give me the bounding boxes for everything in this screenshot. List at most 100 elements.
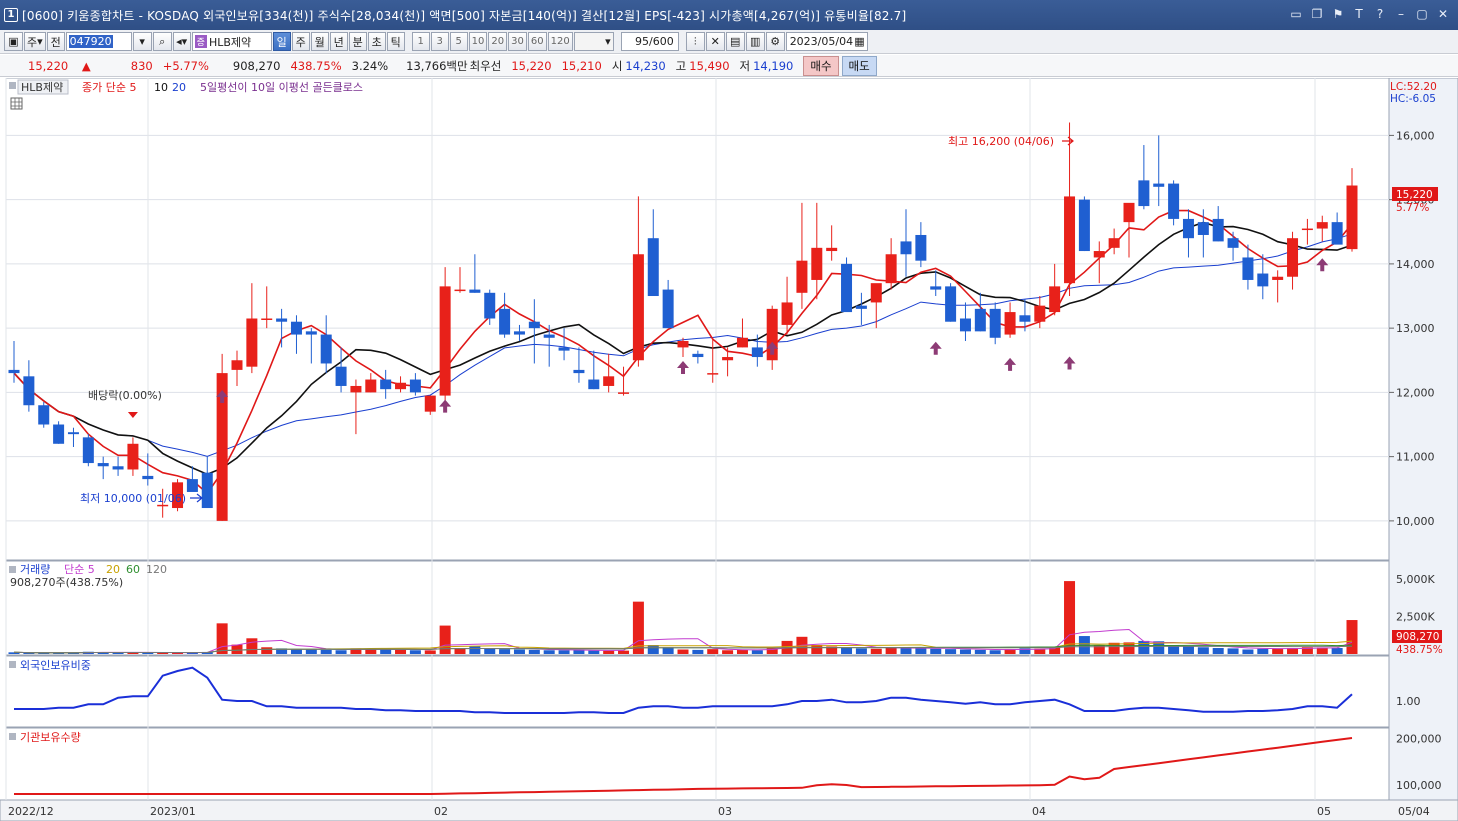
date-value: 2023/05/04 bbox=[789, 35, 854, 48]
legend-vol-ma20: 20 bbox=[106, 563, 120, 576]
candle-body bbox=[1064, 196, 1076, 284]
dividend-label: 배당락(0.00%) bbox=[88, 389, 162, 402]
display-count-input[interactable]: 95/600 bbox=[620, 32, 679, 51]
volume-bar bbox=[290, 649, 302, 654]
stock-name-value: HLB제약 bbox=[208, 35, 252, 49]
volume-bar bbox=[915, 648, 927, 654]
x-tick-label: 2023/01 bbox=[150, 805, 196, 818]
number-60-button[interactable]: 60 bbox=[527, 32, 547, 51]
prev-button[interactable]: 전 bbox=[46, 32, 65, 51]
interval-day[interactable]: 일 bbox=[272, 32, 291, 51]
volume-bar bbox=[1257, 648, 1269, 654]
candle-body bbox=[201, 472, 213, 509]
window-number-icon[interactable]: 1 bbox=[4, 8, 18, 22]
candle-body bbox=[945, 286, 957, 322]
candle-body bbox=[439, 286, 451, 396]
legend-signal: 5일평선이 10일 이평선 골든클로스 bbox=[200, 80, 363, 94]
sell-button[interactable]: 매도 bbox=[841, 55, 877, 76]
stock-chart[interactable]: 16,00015,00014,00013,00012,00011,00010,0… bbox=[0, 78, 1458, 821]
date-input[interactable]: 2023/05/04 ▦ bbox=[785, 32, 868, 51]
interval-second[interactable]: 초 bbox=[367, 32, 386, 51]
candle-body bbox=[1212, 218, 1224, 242]
price-panel[interactable] bbox=[5, 78, 1390, 561]
price-change-pct: +5.77% bbox=[162, 58, 209, 73]
period-unit-select[interactable]: 주 ▾ bbox=[24, 32, 46, 51]
x-tick-label: 02 bbox=[434, 805, 448, 818]
volume-bar bbox=[543, 650, 555, 654]
institution-y-label: 100,000 bbox=[1396, 779, 1442, 792]
candle-type-icon[interactable]: ⫶ bbox=[685, 32, 705, 51]
copy-window-icon[interactable]: ❐ bbox=[1310, 6, 1324, 22]
save-icon[interactable]: ▤ bbox=[725, 32, 745, 51]
interval-month[interactable]: 월 bbox=[310, 32, 329, 51]
candle-body bbox=[826, 247, 838, 252]
volume-bar bbox=[900, 647, 912, 654]
calendar-icon[interactable]: ▦ bbox=[854, 35, 864, 48]
volume-bar bbox=[439, 625, 451, 654]
panel-collapse-icon[interactable] bbox=[9, 733, 16, 740]
high-label: 고 bbox=[675, 58, 687, 73]
maximize-button[interactable]: ▢ bbox=[1415, 6, 1429, 22]
candle-body bbox=[543, 334, 555, 338]
volume-bar bbox=[1331, 648, 1343, 654]
candle-body bbox=[454, 289, 466, 292]
custom-interval-select[interactable]: ▾ bbox=[573, 32, 614, 51]
interval-tick[interactable]: 틱 bbox=[386, 32, 405, 51]
number-1-button[interactable]: 1 bbox=[411, 32, 430, 51]
gear-icon[interactable]: ⚙ bbox=[765, 32, 785, 51]
stock-code-input[interactable]: 047920 bbox=[65, 32, 132, 51]
candle-body bbox=[1287, 238, 1299, 277]
table-icon[interactable] bbox=[10, 97, 23, 110]
volume-bar bbox=[1197, 647, 1209, 654]
help-icon[interactable]: ? bbox=[1373, 6, 1387, 22]
candle-body bbox=[23, 376, 35, 406]
y-axis-area bbox=[1388, 78, 1458, 801]
panel-collapse-icon[interactable] bbox=[9, 661, 16, 668]
crosshair-icon[interactable]: ✕ bbox=[705, 32, 725, 51]
period-unit-label: 주 bbox=[27, 35, 38, 49]
foreign-panel[interactable] bbox=[5, 655, 1390, 728]
volume-bar bbox=[1242, 649, 1254, 654]
institution-panel-title: 기관보유수량 bbox=[20, 731, 81, 744]
candle-body bbox=[1168, 183, 1180, 219]
candle-body bbox=[350, 385, 362, 393]
interval-year[interactable]: 년 bbox=[329, 32, 348, 51]
volume-bar bbox=[424, 650, 436, 654]
candle-body bbox=[722, 357, 734, 361]
volume-bar bbox=[261, 647, 273, 654]
panel-collapse-icon[interactable] bbox=[9, 82, 16, 89]
number-120-button[interactable]: 120 bbox=[547, 32, 573, 51]
volume-panel[interactable] bbox=[5, 560, 1390, 656]
font-icon[interactable]: T bbox=[1352, 6, 1366, 22]
buy-button[interactable]: 매수 bbox=[803, 55, 839, 76]
volume-bar bbox=[1272, 648, 1284, 654]
y-tick-label: 13,000 bbox=[1396, 322, 1435, 335]
minimize-button[interactable]: – bbox=[1394, 6, 1408, 22]
volume-bar bbox=[974, 649, 986, 654]
candle-body bbox=[885, 254, 897, 284]
stock-name-field[interactable]: 증 HLB제약 bbox=[191, 32, 272, 51]
number-20-button[interactable]: 20 bbox=[488, 32, 508, 51]
number-30-button[interactable]: 30 bbox=[508, 32, 527, 51]
market-badge: 증 bbox=[194, 35, 207, 48]
y-tick-label: 12,000 bbox=[1396, 386, 1435, 399]
pin-icon[interactable]: ⚑ bbox=[1331, 6, 1345, 22]
volume-bar bbox=[513, 649, 525, 654]
sound-icon[interactable]: ◂▾ bbox=[172, 32, 191, 51]
candle-body bbox=[692, 353, 704, 358]
restore-layout-icon[interactable]: ▭ bbox=[1289, 6, 1303, 22]
volume-bar bbox=[380, 649, 392, 654]
interval-week[interactable]: 주 bbox=[291, 32, 310, 51]
volume-y-label: 5,000K bbox=[1396, 573, 1435, 586]
number-5-button[interactable]: 5 bbox=[449, 32, 468, 51]
print-icon[interactable]: ▥ bbox=[745, 32, 765, 51]
code-dropdown-icon[interactable]: ▾ bbox=[132, 32, 152, 51]
interval-minute[interactable]: 분 bbox=[348, 32, 367, 51]
number-10-button[interactable]: 10 bbox=[468, 32, 488, 51]
close-button[interactable]: ✕ bbox=[1436, 6, 1450, 22]
panel-collapse-icon[interactable] bbox=[9, 566, 16, 573]
search-icon[interactable]: ⌕ bbox=[152, 32, 172, 51]
layout-icon[interactable]: ▣ bbox=[4, 32, 23, 51]
number-3-button[interactable]: 3 bbox=[430, 32, 449, 51]
volume-bar bbox=[707, 649, 719, 654]
